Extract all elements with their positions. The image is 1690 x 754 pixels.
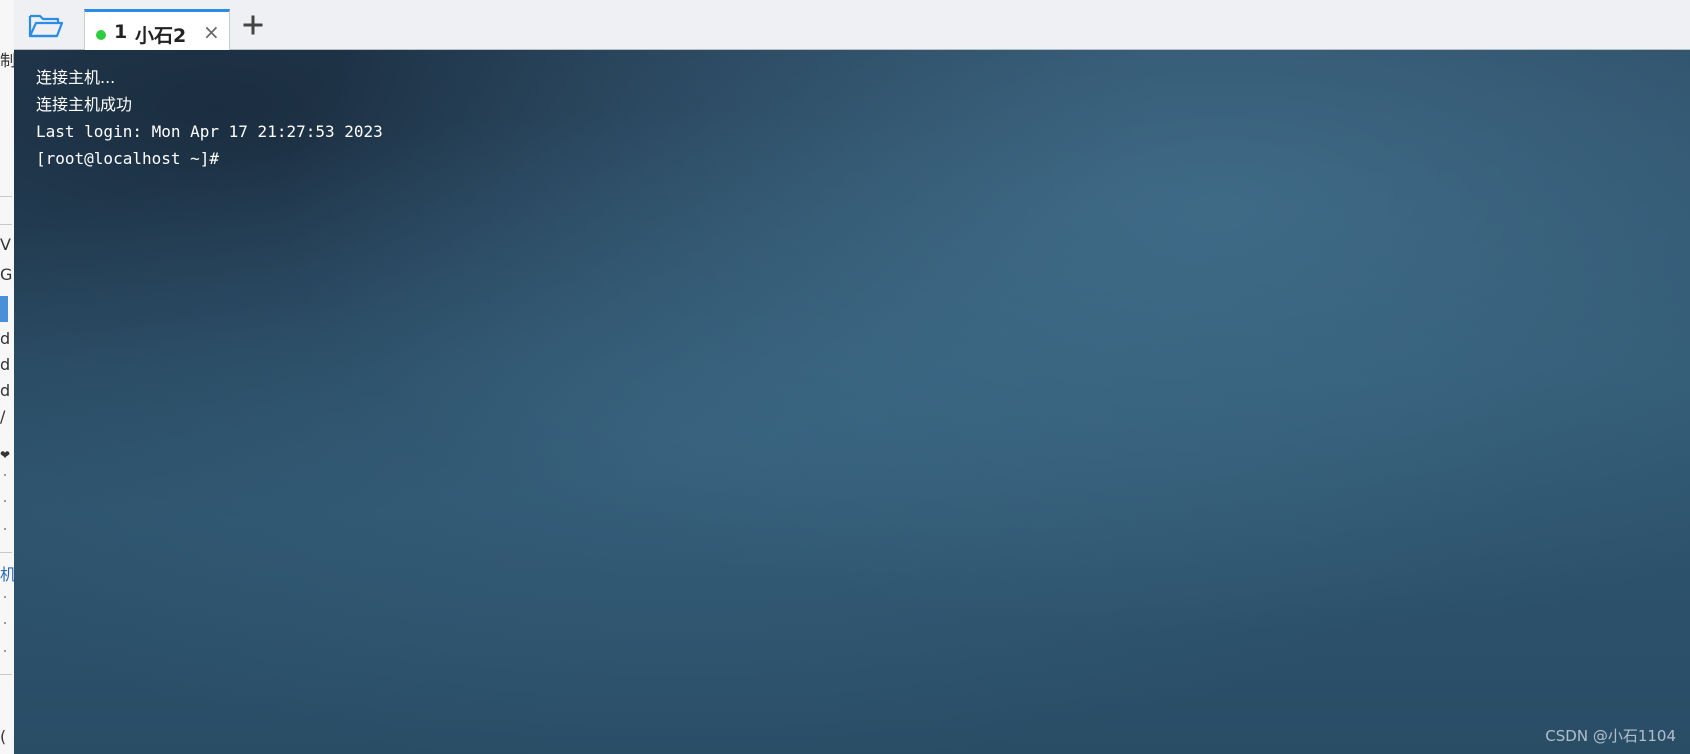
divider	[0, 674, 12, 675]
side-panel-text: d	[0, 382, 11, 400]
folder-open-icon[interactable]	[28, 12, 68, 46]
divider	[0, 224, 12, 225]
terminal-line: Last login: Mon Apr 17 21:27:53 2023	[36, 122, 383, 141]
plus-icon[interactable]	[240, 12, 266, 38]
heart-icon: ❤	[0, 448, 11, 462]
terminal-lines: 连接主机... 连接主机成功 Last login: Mon Apr 17 21…	[36, 64, 383, 172]
session-tab-bar: 1 小石2 ×	[14, 0, 1690, 50]
divider	[0, 552, 12, 553]
tree-dot	[4, 596, 6, 598]
tree-dot	[4, 622, 6, 624]
side-panel-text: 机	[0, 566, 14, 584]
close-icon[interactable]: ×	[203, 20, 220, 44]
connection-status-dot	[96, 30, 106, 40]
terminal-line: 连接主机成功	[36, 95, 133, 114]
side-panel-text: G	[0, 266, 13, 284]
tree-dot	[4, 500, 6, 502]
divider	[0, 196, 12, 197]
terminal-prompt[interactable]: [root@localhost ~]#	[36, 145, 383, 172]
tab-label: 小石2	[135, 25, 187, 47]
watermark: CSDN @小石1104	[1545, 727, 1676, 745]
side-panel-text: V	[0, 236, 11, 254]
tree-dot	[4, 528, 6, 530]
side-panel-text: (	[0, 728, 7, 746]
side-panel-text: d	[0, 356, 11, 374]
side-panel-text: d	[0, 330, 11, 348]
tab-number: 1	[114, 21, 128, 43]
side-panel-text: /	[0, 408, 6, 426]
tree-dot	[4, 650, 6, 652]
session-tab[interactable]: 1 小石2 ×	[84, 9, 230, 50]
terminal-app: 制 V G d d d / ❤ 机 ( 1 小石2	[0, 0, 1690, 754]
side-panel-selection[interactable]	[0, 296, 8, 322]
side-panel-text: 制	[0, 52, 14, 70]
side-panel-partial: 制 V G d d d / ❤ 机 (	[0, 0, 15, 754]
terminal-line: 连接主机...	[36, 68, 116, 87]
terminal-output[interactable]: 连接主机... 连接主机成功 Last login: Mon Apr 17 21…	[14, 50, 1690, 754]
tree-dot	[4, 474, 6, 476]
